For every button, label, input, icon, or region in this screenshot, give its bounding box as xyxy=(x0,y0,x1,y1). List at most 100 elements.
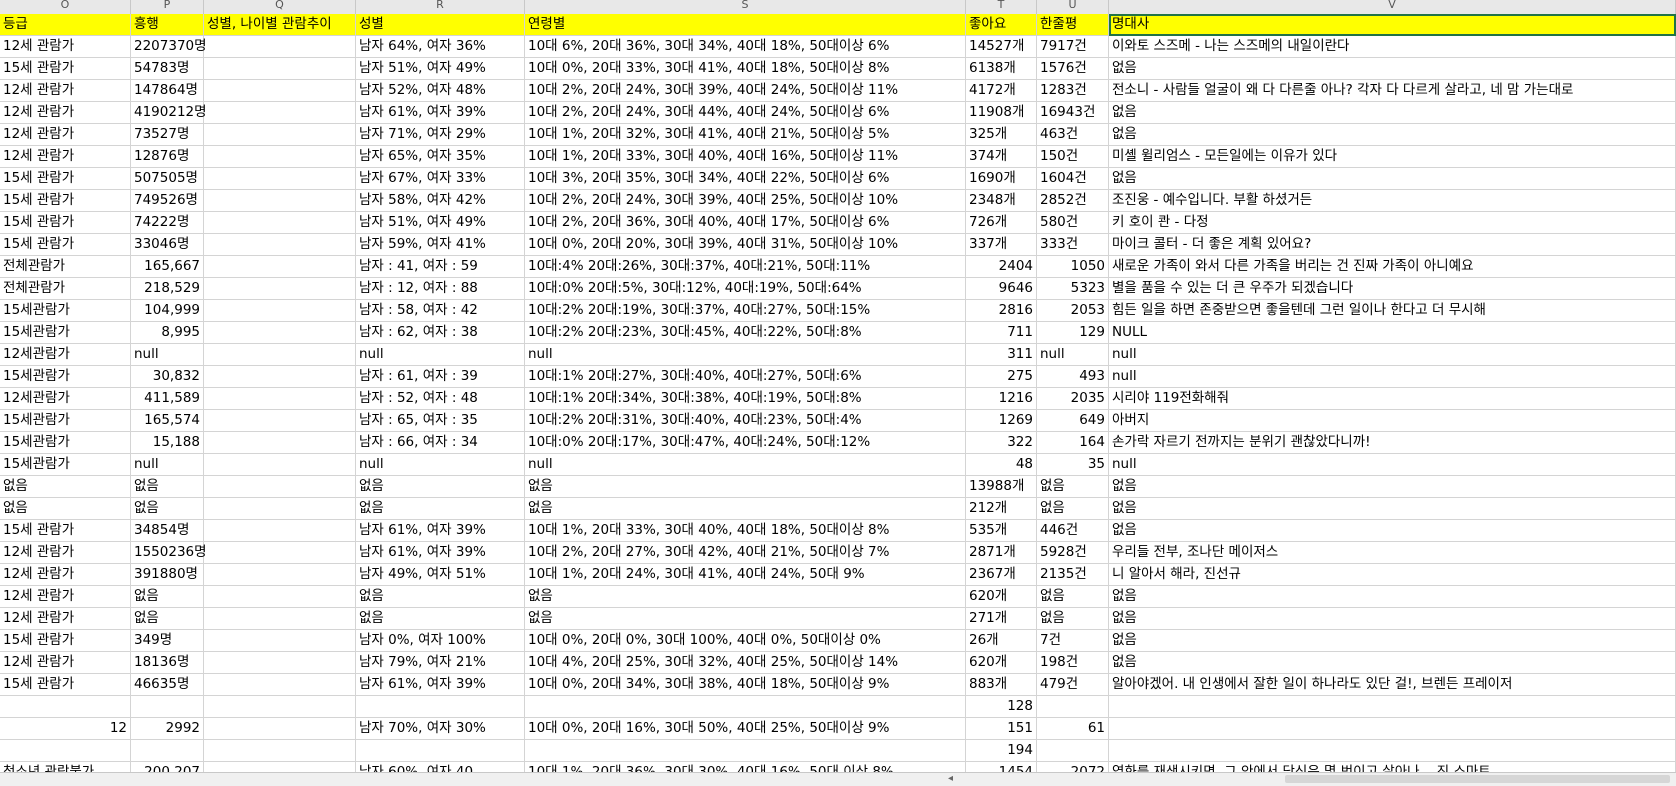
cell-v[interactable]: 키 호이 콴 - 다정 xyxy=(1109,212,1676,234)
cell-r[interactable]: 남자 51%, 여자 49% xyxy=(356,58,525,80)
cell-v[interactable]: 힘든 일을 하면 존중받으면 좋을텐데 그런 일이나 한다고 더 무시해 xyxy=(1109,300,1676,322)
cell-q[interactable] xyxy=(204,256,356,278)
cell-q[interactable] xyxy=(204,454,356,476)
cell-r[interactable]: 없음 xyxy=(356,476,525,498)
cell-q[interactable] xyxy=(204,652,356,674)
cell-v[interactable]: 없음 xyxy=(1109,608,1676,630)
cell-u[interactable]: 2852건 xyxy=(1037,190,1109,212)
cell-o[interactable]: 15세관람가 xyxy=(0,410,131,432)
column-letter-u[interactable]: U xyxy=(1037,0,1109,14)
cell-q[interactable] xyxy=(204,322,356,344)
cell-r[interactable]: 남자 51%, 여자 49% xyxy=(356,212,525,234)
cell-v[interactable]: 알아야겠어. 내 인생에서 잘한 일이 하나라도 있단 걸!, 브렌든 프레이저 xyxy=(1109,674,1676,696)
cell-t[interactable]: 711 xyxy=(966,322,1037,344)
cell-s[interactable]: 10대 1%, 20대 33%, 30대 40%, 40대 18%, 50대이상… xyxy=(525,520,966,542)
cell-s[interactable]: 10대 2%, 20대 24%, 30대 39%, 40대 25%, 50대이상… xyxy=(525,190,966,212)
cell-s[interactable]: null xyxy=(525,344,966,366)
cell-u[interactable]: 35 xyxy=(1037,454,1109,476)
cell-o[interactable]: 12세관람가 xyxy=(0,344,131,366)
cell-u[interactable]: null xyxy=(1037,344,1109,366)
cell-p[interactable]: null xyxy=(131,344,204,366)
cell-q[interactable] xyxy=(204,520,356,542)
cell-o[interactable]: 없음 xyxy=(0,498,131,520)
cell-v[interactable] xyxy=(1109,718,1676,740)
cell-p[interactable] xyxy=(131,740,204,762)
cell-s[interactable]: 10대 2%, 20대 24%, 30대 44%, 40대 24%, 50대이상… xyxy=(525,102,966,124)
cell-u[interactable]: 1283건 xyxy=(1037,80,1109,102)
cell-t[interactable]: 194 xyxy=(966,740,1037,762)
cell-o[interactable]: 12 xyxy=(0,718,131,740)
cell-t[interactable]: 14527개 xyxy=(966,36,1037,58)
cell-q[interactable] xyxy=(204,190,356,212)
cell-s[interactable]: 10대:4% 20대:26%, 30대:37%, 40대:21%, 50대:11… xyxy=(525,256,966,278)
cell-s[interactable]: 10대:2% 20대:19%, 30대:37%, 40대:27%, 50대:15… xyxy=(525,300,966,322)
cell-q[interactable] xyxy=(204,58,356,80)
cell-r[interactable]: 남자 61%, 여자 39% xyxy=(356,520,525,542)
cell-s[interactable]: null xyxy=(525,454,966,476)
cell-s[interactable]: 10대 1%, 20대 24%, 30대 41%, 40대 24%, 50대 9… xyxy=(525,564,966,586)
cell-p[interactable]: 104,999 xyxy=(131,300,204,322)
cell-p[interactable]: 34854명 xyxy=(131,520,204,542)
cell-u[interactable]: 없음 xyxy=(1037,608,1109,630)
cell-r[interactable]: 남자 : 66, 여자 : 34 xyxy=(356,432,525,454)
cell-o[interactable]: 12세 관람가 xyxy=(0,652,131,674)
cell-u[interactable]: 463건 xyxy=(1037,124,1109,146)
cell-t[interactable]: 374개 xyxy=(966,146,1037,168)
cell-v[interactable] xyxy=(1109,740,1676,762)
cell-s[interactable]: 10대 0%, 20대 20%, 30대 39%, 40대 31%, 50대이상… xyxy=(525,234,966,256)
cell-v[interactable]: 미셸 윌리엄스 - 모든일에는 이유가 있다 xyxy=(1109,146,1676,168)
cell-o[interactable]: 15세 관람가 xyxy=(0,168,131,190)
cell-s[interactable]: 10대:1% 20대:34%, 30대:38%, 40대:19%, 50대:8% xyxy=(525,388,966,410)
cell-r[interactable]: 남자 : 65, 여자 : 35 xyxy=(356,410,525,432)
cell-v[interactable]: 없음 xyxy=(1109,476,1676,498)
cell-r[interactable]: 남자 61%, 여자 39% xyxy=(356,674,525,696)
cell-u[interactable]: 없음 xyxy=(1037,476,1109,498)
cell-o[interactable]: 15세관람가 xyxy=(0,366,131,388)
cell-v[interactable]: NULL xyxy=(1109,322,1676,344)
cell-u[interactable]: 2053 xyxy=(1037,300,1109,322)
cell-s[interactable]: 없음 xyxy=(525,608,966,630)
cell-p[interactable]: 349명 xyxy=(131,630,204,652)
cell-r[interactable] xyxy=(356,696,525,718)
header-cell-o[interactable]: 등급 xyxy=(0,14,131,36)
cell-s[interactable] xyxy=(525,740,966,762)
cell-r[interactable]: 남자 64%, 여자 36% xyxy=(356,36,525,58)
cell-r[interactable]: 남자 67%, 여자 33% xyxy=(356,168,525,190)
cell-o[interactable]: 15세관람가 xyxy=(0,300,131,322)
cell-r[interactable]: 없음 xyxy=(356,498,525,520)
cell-r[interactable]: null xyxy=(356,454,525,476)
cell-o[interactable]: 15세 관람가 xyxy=(0,520,131,542)
cell-r[interactable]: 남자 49%, 여자 51% xyxy=(356,564,525,586)
cell-q[interactable] xyxy=(204,696,356,718)
cell-v[interactable]: 손가락 자르기 전까지는 분위기 괜찮았다니까! xyxy=(1109,432,1676,454)
cell-v[interactable]: 없음 xyxy=(1109,102,1676,124)
cell-t[interactable]: 212개 xyxy=(966,498,1037,520)
cell-q[interactable] xyxy=(204,608,356,630)
cell-s[interactable]: 없음 xyxy=(525,498,966,520)
cell-u[interactable]: 446건 xyxy=(1037,520,1109,542)
cell-q[interactable] xyxy=(204,586,356,608)
cell-t[interactable]: 620개 xyxy=(966,586,1037,608)
cell-v[interactable]: null xyxy=(1109,366,1676,388)
cell-s[interactable]: 10대 0%, 20대 0%, 30대 100%, 40대 0%, 50대이상 … xyxy=(525,630,966,652)
cell-p[interactable]: 18136명 xyxy=(131,652,204,674)
cell-p[interactable]: 218,529 xyxy=(131,278,204,300)
cell-p[interactable] xyxy=(131,696,204,718)
cell-v[interactable]: 조진웅 - 예수입니다. 부활 하셨거든 xyxy=(1109,190,1676,212)
cell-r[interactable]: 남자 61%, 여자 39% xyxy=(356,102,525,124)
cell-p[interactable]: 507505명 xyxy=(131,168,204,190)
cell-t[interactable]: 620개 xyxy=(966,652,1037,674)
column-letter-t[interactable]: T xyxy=(966,0,1037,14)
cell-s[interactable]: 10대:0% 20대:17%, 30대:47%, 40대:24%, 50대:12… xyxy=(525,432,966,454)
cell-q[interactable] xyxy=(204,36,356,58)
cell-o[interactable]: 전체관람가 xyxy=(0,278,131,300)
cell-p[interactable]: 8,995 xyxy=(131,322,204,344)
cell-p[interactable]: 749526명 xyxy=(131,190,204,212)
cell-r[interactable]: 남자 61%, 여자 39% xyxy=(356,542,525,564)
cell-t[interactable]: 4172개 xyxy=(966,80,1037,102)
cell-v[interactable]: 없음 xyxy=(1109,586,1676,608)
cell-q[interactable] xyxy=(204,300,356,322)
cell-o[interactable]: 12세 관람가 xyxy=(0,102,131,124)
cell-o[interactable]: 12세 관람가 xyxy=(0,542,131,564)
cell-o[interactable]: 12세관람가 xyxy=(0,388,131,410)
